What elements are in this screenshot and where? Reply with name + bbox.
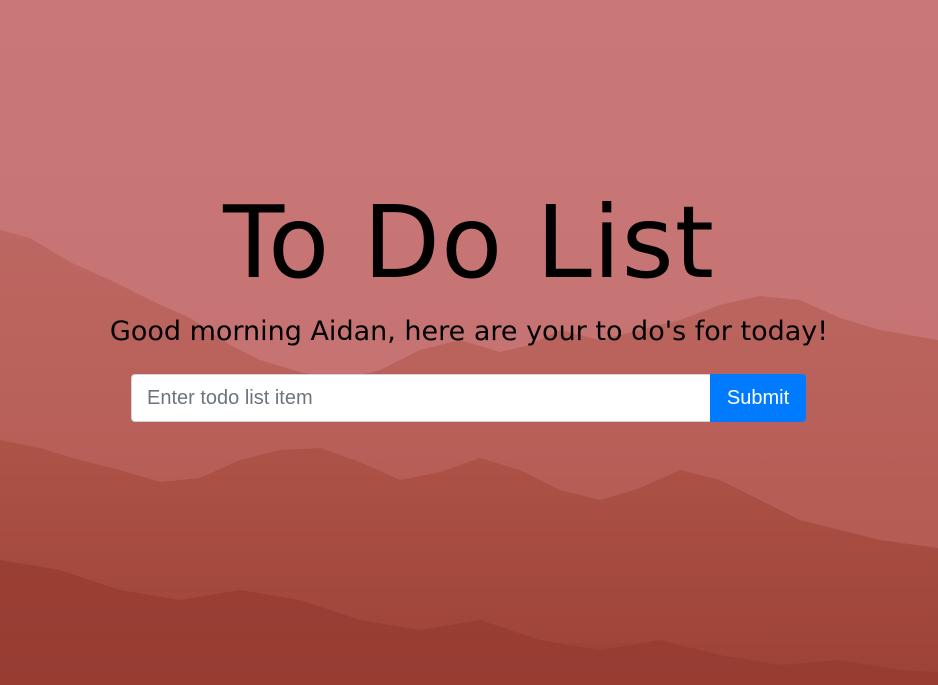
main-content: To Do List Good morning Aidan, here are … [0, 0, 938, 685]
todo-form: Submit [131, 374, 806, 422]
greeting-text: Good morning Aidan, here are your to do'… [109, 316, 829, 347]
todo-input[interactable] [131, 374, 710, 422]
page-title: To Do List [223, 184, 715, 301]
submit-button[interactable]: Submit [710, 374, 806, 422]
